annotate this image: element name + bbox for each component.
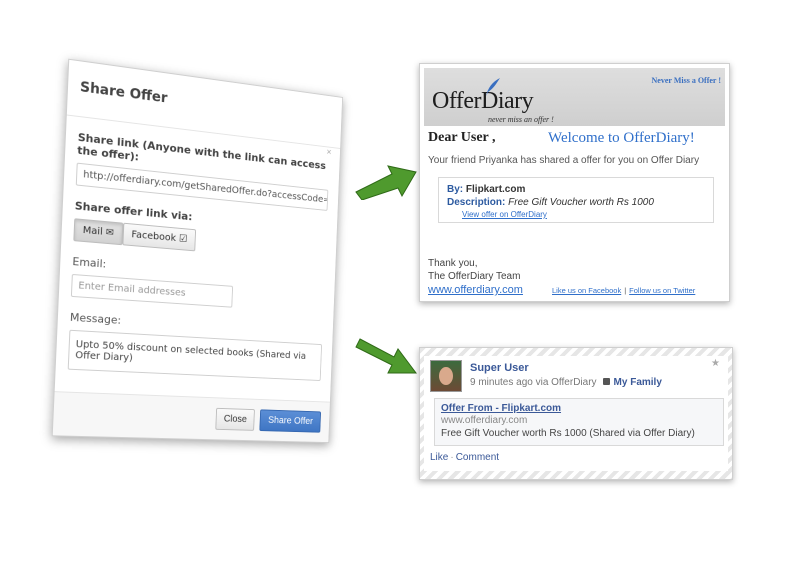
email-team-line: The OfferDiary Team — [428, 271, 521, 282]
feather-icon — [486, 78, 500, 96]
close-button[interactable]: Close — [215, 407, 256, 431]
shared-link-description: Free Gift Voucher worth Rs 1000 (Shared … — [441, 428, 695, 439]
shared-link-title[interactable]: Offer From - Flipkart.com — [441, 403, 717, 414]
message-textarea[interactable]: Upto 50% discount on selected books (Sha… — [67, 329, 323, 382]
arrow-to-email-icon — [355, 165, 417, 200]
avatar-face — [439, 367, 453, 385]
modal-body: Share link (Anyone with the link can acc… — [56, 116, 340, 382]
logo-subtitle: never miss an offer ! — [488, 115, 554, 124]
mail-button[interactable]: Mail ✉ — [73, 218, 124, 246]
email-social-links: Like us on Facebook | Follow us on Twitter — [552, 286, 695, 295]
facebook-post: Super User 9 minutes ago via OfferDiary M… — [424, 356, 728, 471]
shared-link-domain: www.offerdiary.com — [441, 415, 528, 426]
facebook-post-preview: Super User 9 minutes ago via OfferDiary M… — [419, 347, 733, 480]
share-offer-modal: Share Offer × Share link (Anyone with th… — [51, 58, 344, 444]
email-welcome: Welcome to OfferDiary! — [548, 130, 695, 146]
offer-desc-key: Description: — [447, 197, 506, 208]
offer-box: By: Flipkart.com Description: Free Gift … — [438, 177, 714, 223]
offer-by-row: By: Flipkart.com — [447, 184, 525, 195]
share-offer-stage: Share Offer × Share link (Anyone with th… — [30, 40, 390, 480]
post-audience[interactable]: My Family — [614, 377, 662, 388]
email-tagline: Never Miss a Offer ! — [651, 76, 721, 85]
lock-icon — [602, 378, 610, 385]
email-thanks-line: Thank you, — [428, 258, 478, 269]
twitter-follow-link[interactable]: Follow us on Twitter — [629, 286, 695, 295]
share-offer-button[interactable]: Share Offer — [259, 409, 322, 433]
action-separator: · — [450, 452, 454, 463]
email-greeting: Dear User , — [428, 130, 496, 145]
offer-by-key: By: — [447, 184, 464, 195]
close-icon[interactable]: × — [326, 147, 331, 158]
facebook-button[interactable]: Facebook ☑ — [122, 222, 197, 252]
modal-title: Share Offer — [79, 79, 168, 107]
social-separator: | — [624, 286, 627, 295]
offer-desc-value: Free Gift Voucher worth Rs 1000 — [508, 197, 654, 208]
comment-link[interactable]: Comment — [456, 452, 499, 463]
offer-desc-row: Description: Free Gift Voucher worth Rs … — [447, 197, 654, 208]
post-author[interactable]: Super User — [470, 362, 529, 374]
email-banner: Never Miss a Offer ! OfferDiary never mi… — [424, 68, 725, 126]
arrow-to-facebook-icon — [355, 338, 417, 374]
email-signoff: Thank you, The OfferDiary Team — [428, 257, 520, 283]
post-time: 9 minutes ago via OfferDiary — [470, 377, 597, 388]
modal-footer: Close Share Offer — [52, 391, 330, 443]
post-meta: 9 minutes ago via OfferDiary My Family — [470, 377, 662, 388]
like-link[interactable]: Like — [430, 452, 448, 463]
shared-link-card[interactable]: Offer From - Flipkart.com www.offerdiary… — [434, 398, 724, 446]
email-intro: Your friend Priyanka has shared a offer … — [428, 155, 700, 166]
facebook-like-link[interactable]: Like us on Facebook — [552, 286, 621, 295]
avatar[interactable] — [430, 360, 462, 392]
email-preview: Never Miss a Offer ! OfferDiary never mi… — [419, 63, 730, 302]
view-offer-link[interactable]: View offer on OfferDiary — [462, 210, 547, 219]
offer-by-value: Flipkart.com — [465, 184, 526, 195]
post-actions: Like · Comment — [430, 452, 499, 463]
star-icon[interactable]: ★ — [711, 358, 720, 369]
email-input[interactable]: Enter Email addresses — [70, 273, 234, 308]
email-site-link[interactable]: www.offerdiary.com — [428, 284, 523, 296]
